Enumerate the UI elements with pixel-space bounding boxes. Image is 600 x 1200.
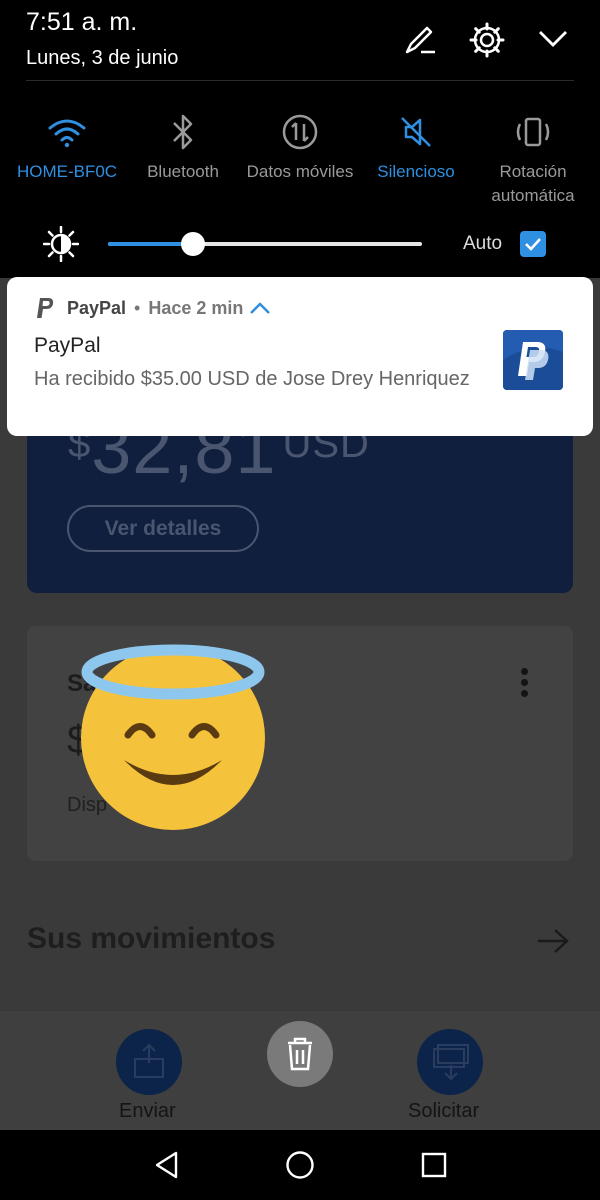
wifi-icon (48, 119, 86, 148)
request-money-icon (433, 1044, 469, 1081)
brightness-icon (43, 226, 79, 262)
notification-shade: 7:51 a. m. Lunes, 3 de junio HOME-BF0C B… (0, 0, 600, 278)
send-label: Enviar (119, 1100, 176, 1122)
view-details-button[interactable]: Ver detalles (67, 505, 259, 552)
qs-label-bluetooth: Bluetooth (147, 162, 219, 181)
clock-time: 7:51 a. m. (26, 8, 138, 36)
notification-separator: • (134, 297, 141, 318)
trash-icon (288, 1037, 312, 1071)
bluetooth-icon (173, 114, 193, 150)
home-icon[interactable] (285, 1150, 315, 1180)
paypal-logo-icon (503, 330, 563, 390)
paypal-notification[interactable]: PayPal • Hace 2 min PayPal Ha recibido $… (7, 277, 593, 436)
settings-icon[interactable] (469, 22, 505, 58)
qs-tile-mobile-data[interactable]: Datos móviles (240, 110, 360, 184)
rotation-icon (516, 117, 550, 147)
movements-title: Sus movimientos (27, 922, 276, 955)
collapse-chevron-icon[interactable] (537, 28, 569, 50)
brightness-row: Auto (0, 222, 600, 266)
chevron-up-icon[interactable] (249, 300, 271, 316)
qs-tile-bluetooth[interactable]: Bluetooth (123, 110, 243, 184)
shade-divider (26, 80, 574, 81)
qs-label-rotation: Rotación automática (473, 160, 593, 208)
notification-title: PayPal (34, 334, 101, 357)
silent-icon (401, 117, 431, 147)
smiling-halo-emoji (81, 644, 265, 830)
paypal-logo (503, 330, 563, 390)
arrow-right-icon[interactable] (536, 926, 570, 956)
request-button[interactable] (417, 1029, 483, 1095)
notification-header: PayPal • Hace 2 min (35, 295, 271, 321)
request-label: Solicitar (408, 1100, 480, 1122)
current-date: Lunes, 3 de junio (26, 47, 179, 69)
navigation-bar (0, 1130, 600, 1200)
back-icon[interactable] (152, 1150, 182, 1180)
notification-time: Hace 2 min (148, 297, 244, 318)
more-options-icon[interactable] (521, 668, 529, 701)
brightness-slider[interactable] (108, 242, 422, 246)
qs-label-rotation-line1: Rotación (499, 162, 567, 181)
qs-label-mobile-data: Datos móviles (246, 162, 354, 181)
notification-body: Ha recibido $35.00 USD de Jose Drey Henr… (34, 368, 470, 390)
auto-brightness-label: Auto (463, 233, 503, 254)
send-button[interactable] (116, 1029, 182, 1095)
mobile-data-icon (282, 114, 318, 150)
send-money-icon (134, 1043, 164, 1078)
paypal-small-icon (37, 298, 54, 318)
edit-icon[interactable] (403, 22, 437, 56)
qs-tile-rotation[interactable]: Rotación automática (473, 110, 593, 208)
qs-label-rotation-line2: automática (491, 186, 575, 205)
checkmark-icon (525, 238, 541, 251)
notification-app-name: PayPal (67, 297, 127, 318)
auto-brightness-checkbox[interactable] (520, 231, 546, 257)
qs-label-silent: Silencioso (377, 162, 455, 181)
brightness-slider-thumb[interactable] (181, 232, 205, 256)
qs-tile-wifi[interactable]: HOME-BF0C (7, 110, 127, 184)
qs-tile-silent[interactable]: Silencioso (356, 110, 476, 184)
qs-label-wifi: HOME-BF0C (16, 162, 118, 181)
delete-button[interactable] (267, 1021, 333, 1087)
recents-icon[interactable] (420, 1150, 448, 1180)
